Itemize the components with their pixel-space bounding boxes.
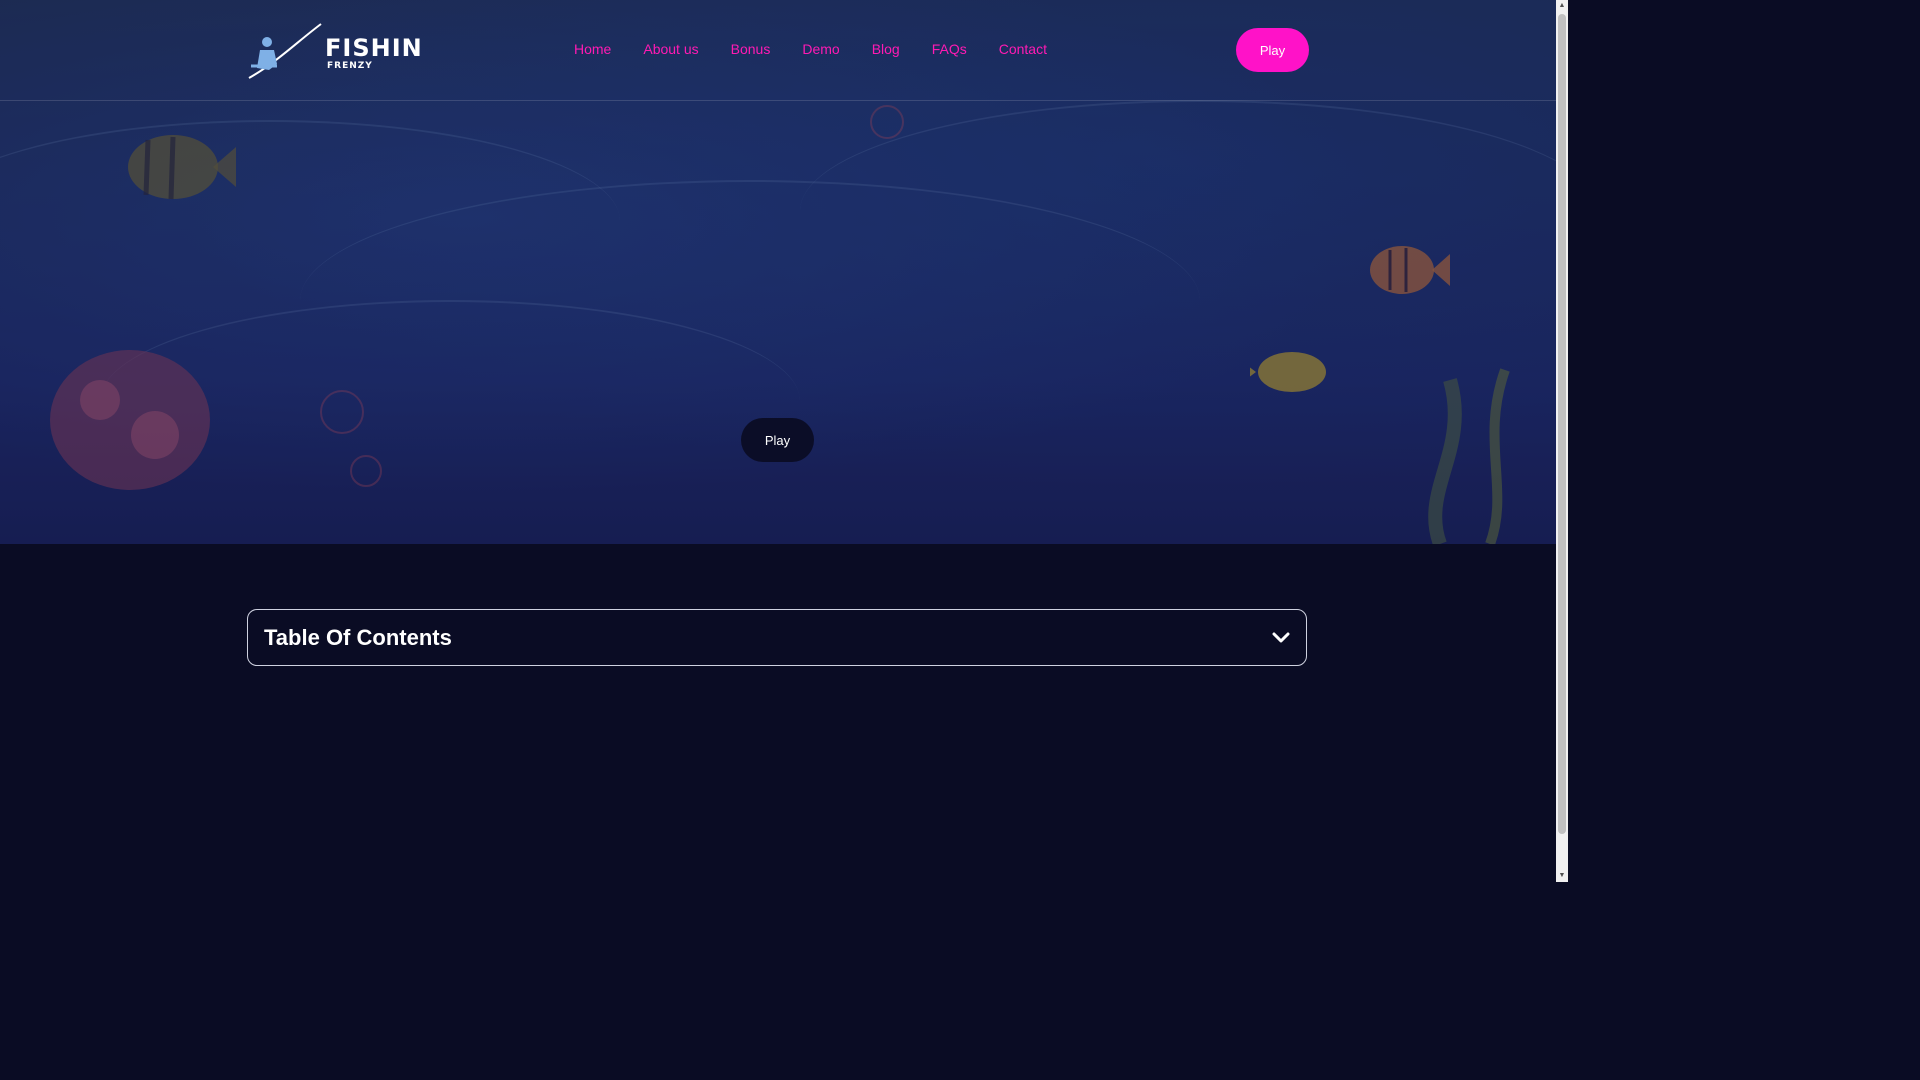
scroll-down-icon[interactable]: ▼ [1556,870,1568,882]
page-scrollbar[interactable]: ▲ ▼ [1556,0,1568,882]
nav-blog[interactable]: Blog [856,40,916,58]
table-of-contents-toggle[interactable]: Table Of Contents [247,609,1307,666]
hero-play-button[interactable]: Play [741,418,814,462]
nav-home[interactable]: Home [558,40,627,58]
nav-contact[interactable]: Contact [983,40,1063,58]
scrollbar-thumb[interactable] [1558,14,1566,834]
fisherman-icon [248,23,322,79]
nav-faqs[interactable]: FAQs [916,40,983,58]
header-play-button[interactable]: Play [1236,28,1309,72]
site-header: FISHIN FRENZY Home About us Bonus Demo B… [0,0,1556,101]
scroll-up-icon[interactable]: ▲ [1556,0,1568,12]
hero-banner: FISHIN FRENZY Home About us Bonus Demo B… [0,0,1556,544]
nav-about-us[interactable]: About us [627,40,714,58]
site-logo[interactable]: FISHIN FRENZY [247,22,422,80]
logo-title: FISHIN [325,34,423,62]
nav-demo[interactable]: Demo [786,40,855,58]
toc-title: Table Of Contents [264,624,452,650]
logo-subtitle: FRENZY [327,61,373,71]
nav-bonus[interactable]: Bonus [715,40,787,58]
main-nav: Home About us Bonus Demo Blog FAQs Conta… [558,40,1063,58]
chevron-down-icon [1272,632,1290,642]
